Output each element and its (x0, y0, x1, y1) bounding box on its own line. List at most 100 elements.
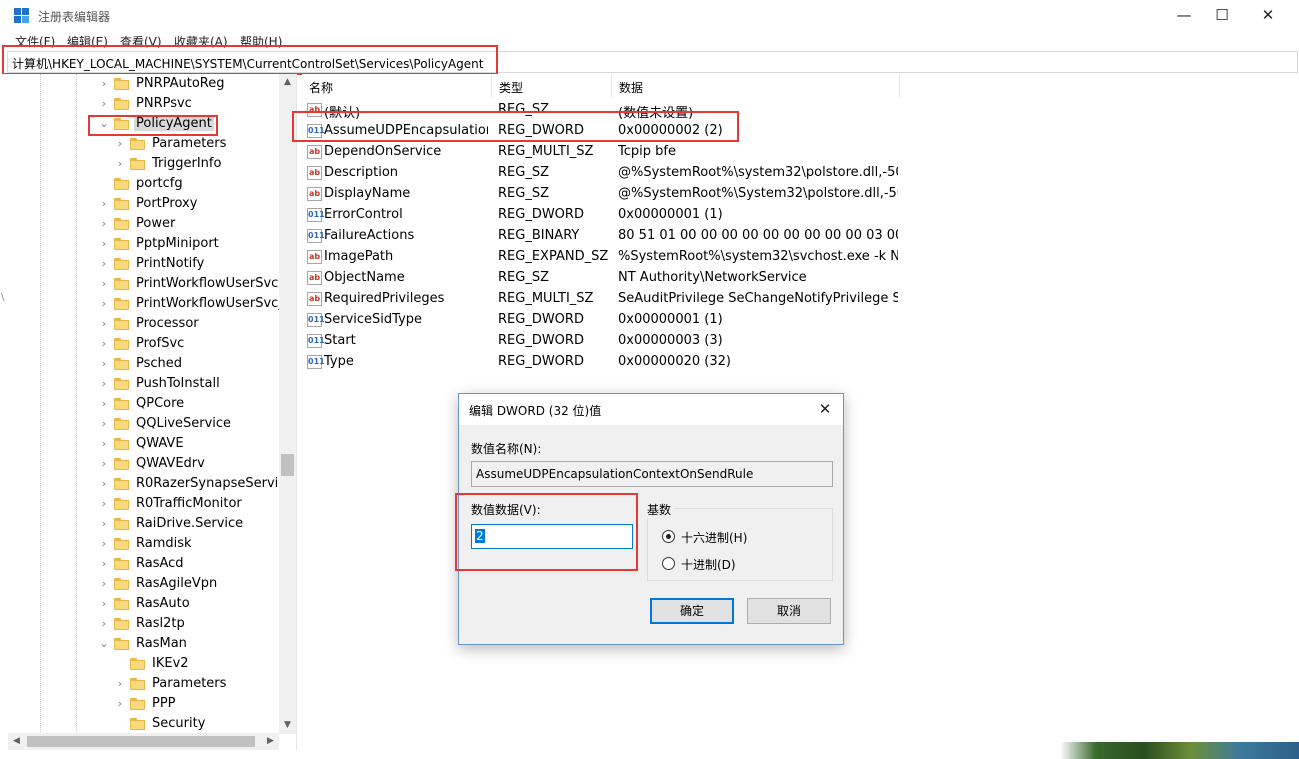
chevron-right-icon[interactable]: › (98, 477, 110, 491)
column-name-label: 名称 (309, 81, 334, 95)
folder-icon (114, 538, 129, 550)
chevron-right-icon[interactable]: › (98, 377, 110, 391)
folder-icon (114, 218, 129, 230)
chevron-right-icon[interactable]: › (98, 317, 110, 331)
chevron-right-icon[interactable]: › (98, 197, 110, 211)
folder-icon (114, 198, 129, 210)
tree-horizontal-scrollbar[interactable]: ◀ ▶ (8, 733, 279, 750)
chevron-down-icon[interactable]: ⌄ (98, 637, 110, 651)
chevron-right-icon[interactable]: › (98, 437, 110, 451)
chevron-right-icon[interactable]: › (98, 217, 110, 231)
chevron-right-icon[interactable]: › (98, 337, 110, 351)
string-value-icon: ab (307, 187, 322, 201)
value-type: REG_SZ (498, 102, 549, 117)
value-row[interactable]: ab DependOnService REG_MULTI_SZ Tcpip bfe (302, 142, 902, 163)
value-data-input[interactable]: 2 (471, 524, 633, 549)
value-row[interactable]: ab ImagePath REG_EXPAND_SZ %SystemRoot%\sys… (302, 247, 902, 268)
ok-button[interactable]: 确定 (650, 598, 734, 624)
cancel-button[interactable]: 取消 (747, 598, 831, 624)
menu-view[interactable]: 查看(V) (120, 33, 162, 50)
chevron-right-icon[interactable] (98, 177, 110, 191)
chevron-right-icon[interactable]: › (98, 537, 110, 551)
column-data-label: 数据 (619, 81, 644, 95)
chevron-right-icon[interactable]: › (98, 237, 110, 251)
value-data: 0x00000001 (1) (618, 207, 723, 222)
edit-dword-dialog: 编辑 DWORD (32 位)值 ✕ 数值名称(N): AssumeUDPEnc… (458, 393, 844, 645)
folder-icon (114, 638, 129, 650)
value-row[interactable]: 011 ErrorControl REG_DWORD 0x00000001 (1) (302, 205, 902, 226)
close-window-button[interactable]: ✕ (1245, 0, 1291, 30)
folder-icon (114, 258, 129, 270)
address-bar[interactable]: 计算机\HKEY_LOCAL_MACHINE\SYSTEM\CurrentCon… (7, 51, 1298, 73)
scroll-up-icon[interactable]: ▲ (279, 74, 296, 91)
radio-hex-circle[interactable] (662, 530, 675, 543)
value-row[interactable]: ab (默认) REG_SZ (数值未设置) (302, 100, 902, 121)
chevron-right-icon[interactable]: › (114, 137, 126, 151)
chevron-right-icon[interactable]: › (98, 517, 110, 531)
folder-icon (114, 358, 129, 370)
value-row[interactable]: ab ObjectName REG_SZ NT Authority\NetworkSe… (302, 268, 902, 289)
value-name: Start (324, 333, 356, 348)
chevron-right-icon[interactable]: › (98, 397, 110, 411)
chevron-right-icon[interactable]: › (114, 157, 126, 171)
regedit-app-icon (14, 8, 30, 24)
scroll-thumb[interactable] (281, 454, 294, 476)
menu-edit[interactable]: 编辑(E) (67, 33, 108, 50)
value-row[interactable]: ab DisplayName REG_SZ @%SystemRoot%\System3… (302, 184, 902, 205)
value-row[interactable]: 011 Type REG_DWORD 0x00000020 (32) (302, 352, 902, 373)
chevron-right-icon[interactable]: › (98, 597, 110, 611)
chevron-right-icon[interactable]: › (98, 277, 110, 291)
chevron-right-icon[interactable]: › (98, 77, 110, 91)
folder-icon (130, 698, 145, 710)
folder-icon (130, 138, 145, 150)
binary-value-icon: 011 (307, 355, 325, 369)
column-header-name[interactable]: 名称 (302, 74, 492, 98)
chevron-right-icon[interactable]: › (98, 97, 110, 111)
chevron-right-icon[interactable]: › (98, 417, 110, 431)
hscroll-thumb[interactable] (27, 736, 255, 747)
value-data: Tcpip bfe (618, 144, 676, 159)
tree-item-label: R0TrafficMonitor (136, 496, 242, 511)
folder-icon (114, 558, 129, 570)
chevron-right-icon[interactable] (114, 657, 126, 671)
value-type: REG_DWORD (498, 312, 584, 327)
chevron-right-icon[interactable]: › (98, 297, 110, 311)
folder-icon (114, 518, 129, 530)
chevron-right-icon[interactable]: › (114, 677, 126, 691)
chevron-right-icon[interactable]: › (98, 497, 110, 511)
dialog-close-icon[interactable]: ✕ (813, 398, 837, 420)
menu-file[interactable]: 文件(F) (15, 33, 55, 50)
scroll-down-icon[interactable]: ▼ (279, 717, 296, 734)
column-header-type[interactable]: 类型 (492, 74, 612, 98)
tree-item-label: PptpMiniport (136, 236, 219, 251)
value-row[interactable]: 011AssumeUDPEncapsulation... REG_DWORD 0x0… (302, 121, 902, 142)
tree-item-label: PrintNotify (136, 256, 205, 271)
tree-item-label: PushToInstall (136, 376, 220, 391)
string-value-icon: ab (307, 145, 322, 159)
chevron-right-icon[interactable]: › (98, 457, 110, 471)
column-header-data[interactable]: 数据 (612, 74, 900, 98)
chevron-right-icon[interactable]: › (98, 617, 110, 631)
tree-vertical-scrollbar[interactable]: ▲ ▼ (279, 74, 296, 734)
maximize-button[interactable]: ☐ (1199, 0, 1245, 30)
chevron-right-icon[interactable]: › (98, 357, 110, 371)
menu-help[interactable]: 帮助(H) (240, 33, 282, 50)
chevron-down-icon[interactable]: ⌄ (98, 117, 110, 131)
value-row[interactable]: 011 Start REG_DWORD 0x00000003 (3) (302, 331, 902, 352)
tree-item-label: PPP (152, 696, 176, 711)
value-row[interactable]: ab RequiredPrivileges REG_MULTI_SZ SeAuditP… (302, 289, 902, 310)
chevron-right-icon[interactable] (114, 717, 126, 731)
chevron-right-icon[interactable]: › (98, 257, 110, 271)
radio-decimal-circle[interactable] (662, 557, 675, 570)
scroll-right-icon[interactable]: ▶ (262, 733, 279, 750)
folder-icon (114, 438, 129, 450)
chevron-right-icon[interactable]: › (98, 557, 110, 571)
tree-item-label: PNRPsvc (136, 96, 192, 111)
chevron-right-icon[interactable]: › (98, 577, 110, 591)
chevron-right-icon[interactable]: › (114, 697, 126, 711)
scroll-left-icon[interactable]: ◀ (8, 733, 25, 750)
value-row[interactable]: 011 ServiceSidType REG_DWORD 0x00000001 (1) (302, 310, 902, 331)
menu-favorites[interactable]: 收藏夹(A) (174, 33, 228, 50)
value-row[interactable]: 011 FailureActions REG_BINARY 80 51 01 00 0… (302, 226, 902, 247)
value-row[interactable]: ab Description REG_SZ @%SystemRoot%\system3… (302, 163, 902, 184)
